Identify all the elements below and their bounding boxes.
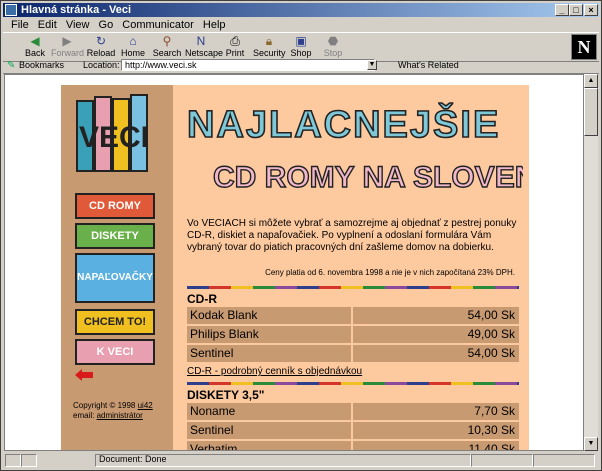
- forward-button[interactable]: ▶ Forward: [51, 34, 84, 60]
- menu-help[interactable]: Help: [203, 18, 226, 32]
- headline-graphic: NAJLACNEJŠIE CD ROMY NA SLOVENSKU!: [186, 100, 523, 194]
- search-button[interactable]: ⚲ Search: [151, 34, 183, 60]
- divider-stripe: [187, 286, 519, 289]
- location-input[interactable]: [121, 59, 375, 71]
- minimize-button[interactable]: _: [555, 4, 569, 16]
- table-row: Noname 7,70 Sk: [187, 403, 519, 420]
- back-arrow-icon: ◀: [30, 34, 40, 48]
- svg-text:VECI: VECI: [79, 121, 149, 154]
- maximize-button[interactable]: □: [569, 4, 583, 16]
- location-bar: ✎ Bookmarks Location: ▼ What's Related: [3, 59, 599, 74]
- prices-note: Ceny platia od 6. novembra 1998 a nie je…: [265, 268, 515, 277]
- title-bar: Hlavná stránka - Veci _ □ ×: [3, 3, 599, 17]
- browser-window: Hlavná stránka - Veci _ □ × File Edit Vi…: [0, 0, 602, 471]
- intro-text: Vo VECIACH si môžete vybrať a samozrejme…: [187, 218, 517, 253]
- shop-button[interactable]: ▣ Shop: [285, 34, 317, 60]
- reload-icon: ↻: [95, 34, 107, 48]
- home-button[interactable]: ⌂ Home: [117, 34, 149, 60]
- author-link[interactable]: ui42: [138, 401, 153, 410]
- section-title-diskety: DISKETY 3,5": [187, 388, 265, 402]
- menu-bar: File Edit View Go Communicator Help: [3, 18, 599, 32]
- veci-logo: VECI: [76, 94, 149, 172]
- table-row: Philips Blank 49,00 Sk: [187, 326, 519, 343]
- close-button[interactable]: ×: [584, 4, 598, 16]
- connection-status-icon: [21, 454, 37, 467]
- menu-go[interactable]: Go: [99, 18, 114, 32]
- divider-stripe: [187, 382, 519, 385]
- netscape-icon: N: [196, 34, 206, 48]
- bookmarks-button[interactable]: Bookmarks: [19, 60, 64, 70]
- component-bar: [533, 454, 595, 467]
- security-lock-icon: 🔒︎: [265, 34, 273, 48]
- scroll-down-icon[interactable]: ▼: [584, 437, 598, 451]
- stop-icon: ⬣: [327, 34, 339, 48]
- home-icon: ⌂: [129, 34, 137, 48]
- nav-diskety[interactable]: DISKETY: [75, 223, 155, 249]
- print-icon: ⎙: [230, 34, 240, 48]
- scroll-thumb[interactable]: [584, 88, 598, 136]
- table-row: Sentinel 54,00 Sk: [187, 345, 519, 362]
- status-text: Document: Done: [99, 454, 167, 464]
- security-status-icon[interactable]: [5, 454, 21, 467]
- nav-napalovacky[interactable]: NAPAĽOVAČKY: [75, 253, 155, 303]
- forward-arrow-icon: ▶: [62, 34, 72, 48]
- stop-button[interactable]: ⬣ Stop: [317, 34, 349, 60]
- search-icon: ⚲: [162, 34, 172, 48]
- scroll-up-icon[interactable]: ▲: [584, 74, 598, 88]
- menu-communicator[interactable]: Communicator: [122, 18, 194, 32]
- nav-k-veci[interactable]: K VECI: [75, 339, 155, 365]
- back-button[interactable]: ◀ Back: [19, 34, 51, 60]
- location-label: Location:: [83, 60, 120, 70]
- location-dropdown-icon[interactable]: ▼: [367, 60, 377, 70]
- print-button[interactable]: ⎙ Print: [219, 34, 251, 60]
- table-row: Verbatim 11,40 Sk: [187, 441, 519, 450]
- app-icon: [5, 4, 17, 16]
- reload-button[interactable]: ↻ Reload: [85, 34, 117, 60]
- menu-edit[interactable]: Edit: [38, 18, 57, 32]
- whats-related-button[interactable]: What's Related: [398, 60, 459, 70]
- bookmarks-icon: ✎: [7, 60, 16, 71]
- email-link[interactable]: administrátor: [97, 411, 143, 420]
- security-button[interactable]: 🔒︎ Security: [253, 34, 286, 60]
- copyright: Copyright © 1998 ui42 email: administrát…: [73, 401, 153, 420]
- back-arrow-icon[interactable]: [75, 369, 93, 381]
- table-row: Kodak Blank 54,00 Sk: [187, 307, 519, 324]
- nav-cd-romy[interactable]: CD ROMY: [75, 193, 155, 219]
- progress-field: [471, 454, 533, 467]
- netscape-logo[interactable]: N: [571, 34, 597, 60]
- netscape-button[interactable]: N Netscape: [185, 34, 223, 60]
- sidebar: VECI CD ROMY DISKETY NAPAĽOVAČKY CHCEM T…: [61, 85, 173, 450]
- menu-file[interactable]: File: [11, 18, 29, 32]
- nav-chcem-to[interactable]: CHCEM TO!: [75, 309, 155, 335]
- vertical-scrollbar[interactable]: ▲ ▼: [584, 74, 598, 451]
- shop-icon: ▣: [295, 34, 307, 48]
- table-row: Sentinel 10,30 Sk: [187, 422, 519, 439]
- status-bar: Document: Done: [3, 453, 599, 467]
- svg-text:NAJLACNEJŠIE: NAJLACNEJŠIE: [187, 101, 500, 146]
- section-title-cdr: CD-R: [187, 292, 217, 306]
- page-viewport: VECI CD ROMY DISKETY NAPAĽOVAČKY CHCEM T…: [4, 74, 584, 451]
- window-title: Hlavná stránka - Veci: [21, 4, 132, 16]
- cdr-pricelist-link[interactable]: CD-R - podrobný cenník s objednávkou: [187, 366, 362, 377]
- svg-text:CD ROMY NA SLOVENSKU!: CD ROMY NA SLOVENSKU!: [213, 161, 523, 194]
- navigation-toolbar: ◀ Back ▶ Forward ↻ Reload ⌂ Home ⚲ Searc…: [3, 32, 599, 62]
- main-content: NAJLACNEJŠIE CD ROMY NA SLOVENSKU! Vo VE…: [173, 85, 529, 450]
- menu-view[interactable]: View: [66, 18, 90, 32]
